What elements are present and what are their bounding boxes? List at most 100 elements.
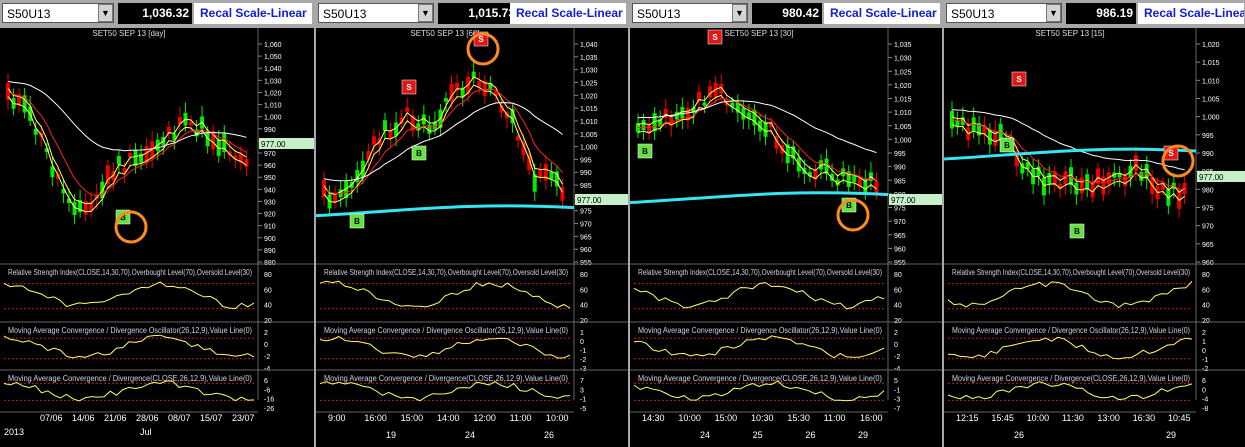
sub-tick-label: 0 bbox=[264, 342, 268, 349]
y-tick-label: 1,040 bbox=[264, 66, 282, 73]
ma-fast-line bbox=[637, 86, 877, 183]
x-axis-label: 08/07 bbox=[168, 413, 191, 423]
macd-panel-label: Moving Average Convergence / Divergence(… bbox=[638, 374, 882, 383]
chevron-down-icon[interactable]: ▼ bbox=[98, 4, 113, 22]
x-axis-label: 15:00 bbox=[401, 413, 424, 423]
sub-tick-label: 60 bbox=[264, 287, 272, 294]
sub-tick-label: -3 bbox=[894, 397, 900, 404]
candle-body bbox=[388, 130, 393, 139]
highlight-circle bbox=[114, 210, 148, 244]
y-tick-label: 965 bbox=[1202, 242, 1214, 249]
x-axis-label: 15:00 bbox=[715, 413, 738, 423]
macd-oscillator-panel-label: Moving Average Convergence / Divergence … bbox=[324, 326, 568, 335]
candle-body bbox=[674, 111, 679, 120]
x-axis-label: 16:00 bbox=[860, 413, 883, 423]
rsi-panel-label: Relative Strength Index(CLOSE,14,30,70),… bbox=[638, 268, 882, 277]
rsi-panel-line bbox=[319, 280, 571, 309]
y-tick-label: 960 bbox=[264, 163, 276, 170]
ma-mid-line bbox=[951, 119, 1185, 190]
y-tick-label: 995 bbox=[894, 151, 906, 158]
x-axis-label: 19 bbox=[386, 430, 396, 440]
chart-area[interactable]: SET50 SEP 13 [15] 1,020 1,015 1,010 1,005 1,0… bbox=[944, 28, 1245, 447]
candle-body bbox=[1041, 177, 1046, 196]
sub-tick-label: 2 bbox=[894, 330, 898, 337]
y-tick-label: 1,050 bbox=[264, 54, 282, 61]
sub-tick-label: -16 bbox=[264, 397, 274, 404]
sub-tick-label: -2 bbox=[894, 354, 900, 361]
rsi-panel-label: Relative Strength Index(CLOSE,14,30,70),… bbox=[324, 268, 568, 277]
symbol-select[interactable]: S50U13 bbox=[946, 3, 1062, 23]
sub-tick-label: -2 bbox=[264, 354, 270, 361]
macd-panel-label: Moving Average Convergence / Divergence(… bbox=[952, 374, 1190, 383]
y-tick-label: 920 bbox=[264, 212, 276, 219]
y-tick-label: 1,000 bbox=[580, 145, 598, 152]
ma-slow-line bbox=[637, 100, 877, 154]
sub-tick-label: 60 bbox=[580, 287, 588, 294]
ma-long-line bbox=[944, 147, 1197, 161]
y-tick-label: 1,010 bbox=[264, 103, 282, 110]
x-axis-label: Jul bbox=[140, 427, 152, 437]
candle-body bbox=[702, 102, 707, 106]
x-axis-label: 12:00 bbox=[473, 413, 496, 423]
candle-body bbox=[1047, 172, 1052, 184]
sub-tick-label: -2 bbox=[580, 357, 586, 364]
y-tick-label: 890 bbox=[264, 248, 276, 255]
y-tick-label: 1,020 bbox=[894, 83, 912, 90]
symbol-select[interactable]: S50U13 bbox=[632, 3, 748, 23]
signal-label: B bbox=[1074, 227, 1080, 236]
chart-title: SET50 SEP 13 [60] bbox=[410, 29, 479, 38]
sub-tick-label: 80 bbox=[894, 272, 902, 279]
y-tick-label: 1,060 bbox=[264, 42, 282, 49]
x-axis-label: 9:00 bbox=[328, 413, 346, 423]
sub-tick-label: 2 bbox=[1202, 330, 1206, 337]
sub-tick-label: 40 bbox=[894, 303, 902, 310]
x-axis-label: 11:00 bbox=[824, 413, 846, 423]
y-tick-label: 990 bbox=[580, 170, 592, 177]
symbol-select[interactable]: S50U13 bbox=[318, 3, 434, 23]
last-price: 1,015.73 bbox=[438, 3, 518, 24]
chevron-down-icon[interactable]: ▼ bbox=[1046, 4, 1061, 22]
recal-scale-button[interactable]: Recal Scale-Linear bbox=[510, 3, 626, 24]
y-tick-label: 975 bbox=[894, 206, 906, 213]
recal-scale-button[interactable]: Recal Scale-Linear bbox=[194, 3, 312, 24]
y-tick-label: 990 bbox=[894, 165, 906, 172]
recal-scale-button[interactable]: Recal Scale-Linear bbox=[824, 3, 940, 24]
rsi-panel-label: Relative Strength Index(CLOSE,14,30,70),… bbox=[952, 268, 1190, 277]
y-tick-label: 970 bbox=[1202, 224, 1214, 231]
chart-area[interactable]: SET50 SEP 13 [60] 1,040 1,035 1,030 1,025 1,0… bbox=[316, 28, 628, 447]
recal-scale-button[interactable]: Recal Scale-Linear bbox=[1138, 3, 1244, 24]
y-tick-label: 1,010 bbox=[580, 119, 598, 126]
price-tag-label: 977.00 bbox=[1199, 173, 1224, 182]
x-axis-label: 29 bbox=[858, 430, 868, 440]
macd-oscillator-panel-label: Moving Average Convergence / Divergence … bbox=[638, 326, 882, 335]
sub-tick-label: -6 bbox=[264, 387, 270, 394]
candle-body bbox=[105, 165, 110, 185]
sub-tick-label: 80 bbox=[1202, 272, 1210, 279]
candle-body bbox=[383, 120, 387, 131]
candle-body bbox=[244, 159, 249, 167]
sub-tick-label: 0 bbox=[580, 339, 584, 346]
y-tick-label: 985 bbox=[580, 183, 592, 190]
sub-tick-label: 0 bbox=[894, 342, 898, 349]
x-axis-label: 14:00 bbox=[437, 413, 460, 423]
y-tick-label: 1,015 bbox=[580, 106, 598, 113]
y-tick-label: 950 bbox=[264, 175, 276, 182]
x-axis-label: 14/06 bbox=[72, 413, 95, 423]
x-axis-label: 24 bbox=[465, 430, 475, 440]
last-price: 980.42 bbox=[752, 3, 822, 24]
ma-fast-line bbox=[323, 76, 563, 195]
y-tick-label: 995 bbox=[580, 157, 592, 164]
chart-title: SET50 SEP 13 [15] bbox=[1035, 29, 1104, 38]
chevron-down-icon[interactable]: ▼ bbox=[732, 4, 747, 22]
y-tick-label: 1,030 bbox=[894, 56, 912, 63]
chevron-down-icon[interactable]: ▼ bbox=[418, 4, 433, 22]
x-axis-label: 10:00 bbox=[678, 413, 701, 423]
candle-body bbox=[116, 156, 121, 165]
last-price: 986.19 bbox=[1066, 3, 1136, 24]
y-tick-label: 1,030 bbox=[580, 68, 598, 75]
chart-area[interactable]: SET50 SEP 13 [day] 1,060 1,050 1,040 1,030 1,… bbox=[0, 28, 314, 447]
x-axis-label: 14:30 bbox=[642, 413, 665, 423]
y-tick-label: 990 bbox=[1202, 151, 1214, 158]
chart-area[interactable]: SET50 SEP 13 [30] 1,035 1,030 1,025 1,020 1,0… bbox=[630, 28, 942, 447]
ma-fast-line-2 bbox=[951, 124, 1185, 201]
